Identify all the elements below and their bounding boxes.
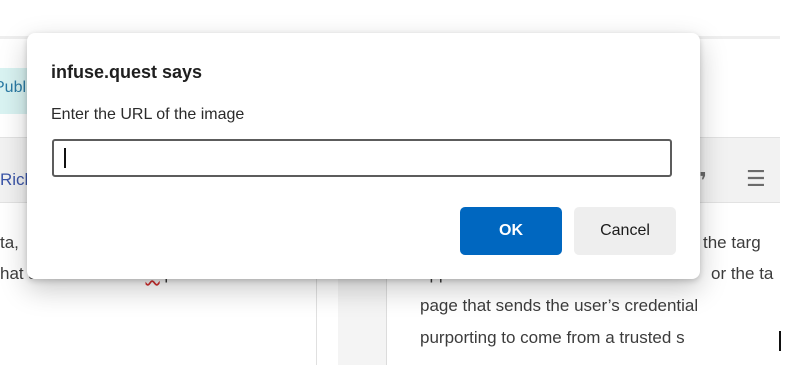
- bullet-list-icon[interactable]: ☰: [746, 166, 766, 192]
- cancel-button[interactable]: Cancel: [574, 207, 676, 255]
- preview-text-line: the targ: [703, 233, 761, 252]
- dialog-title: infuse.quest says: [51, 62, 203, 82]
- ok-button[interactable]: OK: [460, 207, 562, 255]
- preview-text-line: purporting to come from a trusted s: [420, 328, 685, 347]
- image-url-input[interactable]: [52, 139, 672, 177]
- dialog-message: Enter the URL of the image: [51, 106, 245, 123]
- preview-text-line: page that sends the user’s credential: [420, 296, 699, 315]
- input-caret: [64, 148, 66, 168]
- prompt-dialog: infuse.quest says Enter the URL of the i…: [27, 33, 700, 279]
- preview-text-line: or the ta: [711, 264, 774, 283]
- editor-text-line: ta,: [0, 233, 19, 252]
- text-cursor: [779, 331, 781, 351]
